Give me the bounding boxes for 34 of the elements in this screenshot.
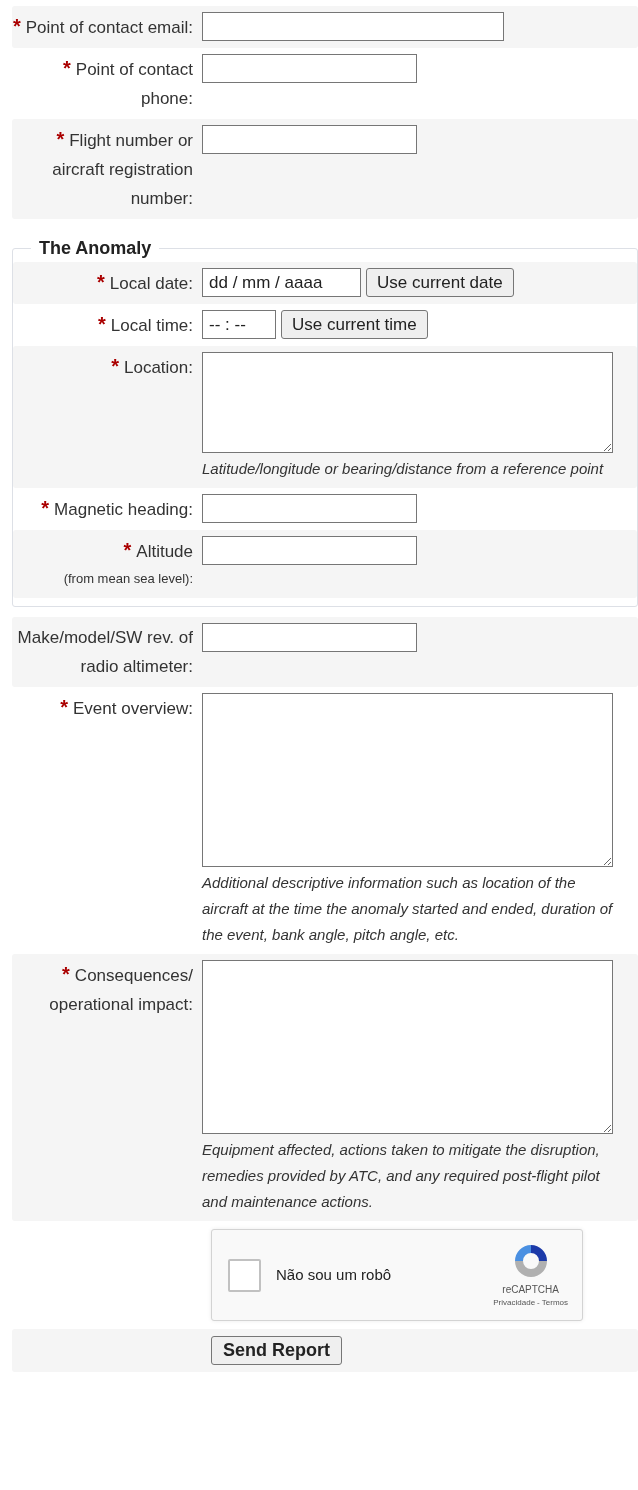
field-label: * Point of contact email: [12,14,193,39]
field-label: * Local time: [98,312,193,337]
text-field[interactable] [202,494,417,523]
section-legend: The Anomaly [31,235,160,262]
privacy-link[interactable]: Privacidade [493,1296,536,1309]
text-area[interactable] [202,352,613,453]
field-hint: Latitude/longitude or bearing/distance from a reference point [202,459,605,479]
text-field[interactable] [202,54,417,83]
field-label: * Flight number or aircraft registration number: [51,127,193,210]
captcha-brand: reCAPTCHA [502,1282,559,1297]
field-label: * Local date: [97,270,193,295]
field-label: Make/model/SW rev. of radio altimeter: [16,627,193,678]
field-label: * Location: [111,354,193,379]
captcha-label: Não sou um robô [276,1264,392,1285]
date-field[interactable]: dd / mm / aaaa [202,268,361,297]
field-label: * Magnetic heading: [41,496,193,521]
field-label: * Consequences/ operational impact: [48,962,193,1016]
use-current-button[interactable]: Use current time [281,310,428,339]
field-label: * Point of contact phone: [62,56,193,110]
field-sublabel: (from mean sea level): [63,570,193,588]
field-label: * Event overview: [60,695,193,720]
time-field[interactable]: -- : -- [202,310,276,339]
text-field[interactable] [202,125,417,154]
text-field[interactable] [202,536,417,565]
terms-link[interactable]: Termos [541,1296,568,1309]
field-hint: Equipment affected, actions taken to mitigate the disruption, remedies provided by ATC, and any required post-flight pilot and maintenance actions. [202,1140,601,1212]
text-field[interactable] [202,12,504,41]
send-report-button[interactable]: Send Report [211,1336,342,1365]
text-field[interactable] [202,623,417,652]
use-current-button[interactable]: Use current date [366,268,514,297]
link-separator: - [537,1296,540,1309]
captcha-checkbox[interactable] [228,1258,261,1292]
field-label: * Altitude [123,538,193,563]
field-hint: Additional descriptive information such as location of the aircraft at the time the anomaly started and ended, duration of the event, bank angle, pitch angle, etc. [202,873,614,945]
